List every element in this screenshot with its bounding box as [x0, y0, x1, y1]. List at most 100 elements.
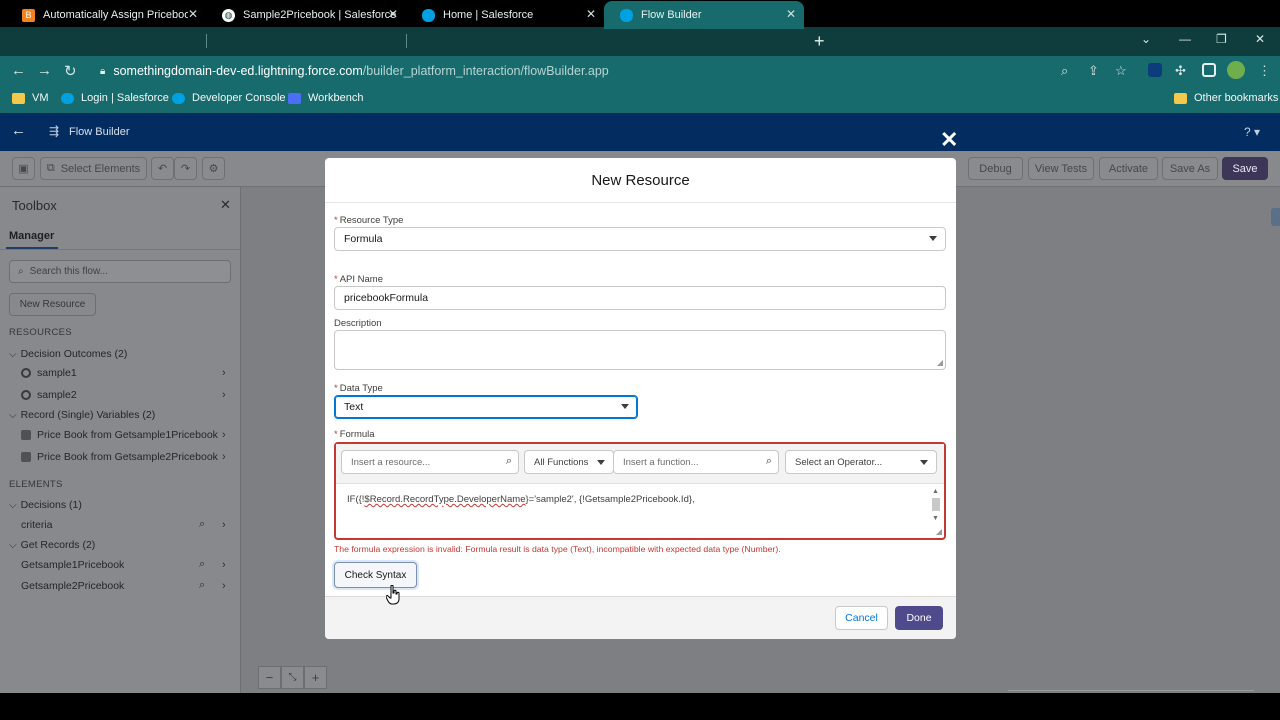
browser-tab-active[interactable]: Flow Builder ✕	[604, 1, 804, 29]
close-tab-icon[interactable]: ✕	[786, 7, 796, 21]
list-item[interactable]: sample2	[21, 389, 77, 401]
chevron-right-icon[interactable]: ›	[222, 451, 226, 463]
extensions-puzzle-icon[interactable]: ✣	[1175, 63, 1186, 79]
select-elements-button[interactable]: ⧉ Select Elements	[40, 157, 147, 180]
close-tab-icon[interactable]: ✕	[586, 7, 596, 21]
undo-button[interactable]: ↶	[151, 157, 174, 180]
chevron-right-icon[interactable]: ›	[222, 580, 226, 592]
scroll-thumb[interactable]	[932, 498, 940, 511]
scroll-up-icon[interactable]: ▲	[932, 488, 939, 495]
new-resource-button[interactable]: New Resource	[9, 293, 96, 316]
save-button[interactable]: Save	[1222, 157, 1268, 180]
scroll-down-icon[interactable]: ▼	[932, 515, 939, 522]
cancel-button[interactable]: Cancel	[835, 606, 888, 630]
close-modal-icon[interactable]: ✕	[940, 129, 958, 151]
share-icon[interactable]: ⇪	[1088, 63, 1099, 79]
formula-expression[interactable]: IF({!$Record.RecordType.DeveloperName}='…	[347, 494, 695, 505]
restore-icon[interactable]: ❐	[1216, 32, 1227, 46]
search-icon[interactable]: ⌕	[199, 558, 205, 571]
data-type-select[interactable]: Text	[334, 395, 638, 419]
search-icon[interactable]: ⌕	[199, 579, 205, 592]
list-item[interactable]: sample1	[21, 367, 77, 379]
menu-kebab-icon[interactable]: ⋮	[1258, 63, 1271, 79]
canvas-scrollbar[interactable]	[1008, 690, 1254, 691]
formula-editor[interactable]: Insert a resource... ⌕ All Functions Inse…	[334, 442, 946, 540]
browser-tab-2[interactable]: ◍ Sample2Pricebook | Salesforce ✕	[206, 1, 406, 29]
browser-tab-3[interactable]: Home | Salesforce ✕	[406, 1, 604, 29]
zoom-out-button[interactable]: −	[258, 666, 281, 689]
url-field[interactable]: 🔒︎ somethingdomain-dev-ed.lightning.forc…	[88, 60, 1138, 82]
redo-button[interactable]: ↷	[174, 157, 197, 180]
list-item[interactable]: Price Book from Getsample2Pricebook	[21, 451, 218, 463]
chevron-right-icon[interactable]: ›	[222, 559, 226, 571]
minimize-icon[interactable]: —	[1179, 32, 1191, 46]
extension-cloud-icon[interactable]	[1148, 63, 1162, 77]
bookmark-workbench[interactable]: Workbench	[288, 92, 363, 104]
formula-error-message: The formula expression is invalid: Formu…	[334, 544, 781, 554]
view-tests-button[interactable]: View Tests	[1028, 157, 1094, 180]
insert-resource-input[interactable]: Insert a resource... ⌕	[341, 450, 519, 474]
chevron-right-icon[interactable]: ›	[222, 389, 226, 401]
reload-icon[interactable]: ↻	[64, 62, 77, 80]
profile-avatar-icon[interactable]	[1227, 61, 1245, 79]
tree-record-variables[interactable]: ⌵ Record (Single) Variables (2)	[9, 409, 155, 421]
new-tab-icon[interactable]: +	[814, 31, 825, 52]
data-type-label: * Data Type	[334, 383, 383, 394]
back-arrow-icon[interactable]: ←	[11, 122, 26, 139]
api-name-field[interactable]: pricebookFormula	[334, 286, 946, 310]
chevron-right-icon[interactable]: ›	[222, 519, 226, 531]
select-value: Formula	[344, 233, 383, 245]
tree-get-records[interactable]: ⌵ Get Records (2)	[9, 539, 95, 551]
bookmark-vm[interactable]: VM	[12, 92, 49, 104]
close-tab-icon[interactable]: ✕	[388, 7, 398, 21]
function-category-select[interactable]: All Functions	[524, 450, 614, 474]
toggle-toolbox-button[interactable]: ▣	[12, 157, 35, 180]
list-item[interactable]: Getsample1Pricebook	[21, 559, 124, 571]
close-window-icon[interactable]: ✕	[1255, 32, 1265, 46]
debug-button[interactable]: Debug	[968, 157, 1023, 180]
save-as-button[interactable]: Save As	[1162, 157, 1218, 180]
list-item[interactable]: Getsample2Pricebook	[21, 580, 124, 592]
list-item[interactable]: Price Book from Getsample1Pricebook	[21, 429, 218, 441]
fit-view-button[interactable]: ⤡	[281, 666, 304, 689]
search-input[interactable]: ⌕ Search this flow...	[9, 260, 231, 283]
resize-handle-icon[interactable]: ◢	[937, 358, 943, 367]
check-syntax-button[interactable]: Check Syntax	[334, 562, 417, 588]
chevron-right-icon[interactable]: ›	[222, 367, 226, 379]
salesforce-cloud-icon	[172, 92, 185, 104]
plus-icon: +	[311, 670, 320, 685]
back-arrow-icon[interactable]: ←	[11, 62, 26, 79]
browser-tab-1[interactable]: B Automatically Assign Pricebook I ✕	[6, 1, 206, 29]
forward-arrow-icon[interactable]: →	[37, 62, 52, 79]
description-textarea[interactable]: ◢	[334, 330, 946, 370]
settings-button[interactable]: ⚙	[202, 157, 225, 180]
chevron-right-icon[interactable]: ›	[222, 429, 226, 441]
zoom-search-icon[interactable]: ⌕	[1061, 63, 1068, 79]
tree-decisions[interactable]: ⌵ Decisions (1)	[9, 499, 82, 511]
formula-scrollbar[interactable]: ▲ ▼	[931, 488, 941, 528]
bookmark-dev-console[interactable]: Developer Console	[172, 92, 286, 104]
bookmark-star-icon[interactable]: ☆	[1115, 63, 1127, 79]
help-icon[interactable]: ? ▾	[1244, 125, 1260, 139]
zoom-in-button[interactable]: +	[304, 666, 327, 689]
insert-function-input[interactable]: Insert a function... ⌕	[613, 450, 779, 474]
tree-decision-outcomes[interactable]: ⌵ Decision Outcomes (2)	[9, 348, 127, 360]
done-button[interactable]: Done	[895, 606, 943, 630]
elements-header: ELEMENTS	[9, 479, 63, 490]
side-panel-icon[interactable]	[1202, 63, 1216, 77]
resource-type-select[interactable]: Formula	[334, 227, 946, 251]
bookmark-login[interactable]: Login | Salesforce	[61, 92, 169, 104]
search-icon[interactable]: ⌕	[199, 518, 205, 531]
tab-manager[interactable]: Manager	[9, 230, 54, 242]
operator-select[interactable]: Select an Operator...	[785, 450, 937, 474]
label-text: Resource Type	[339, 215, 404, 226]
activate-button[interactable]: Activate	[1099, 157, 1158, 180]
panel-toggle-tab[interactable]	[1271, 208, 1280, 226]
close-icon[interactable]: ✕	[220, 197, 231, 213]
other-bookmarks[interactable]: Other bookmarks	[1174, 92, 1278, 104]
resize-handle-icon[interactable]: ◢	[936, 527, 942, 536]
flow-builder-header: ← ⇶ Flow Builder ? ▾	[0, 113, 1280, 151]
list-item[interactable]: criteria	[21, 519, 53, 531]
close-tab-icon[interactable]: ✕	[188, 7, 198, 21]
tab-search-icon[interactable]: ⌄	[1141, 32, 1151, 46]
